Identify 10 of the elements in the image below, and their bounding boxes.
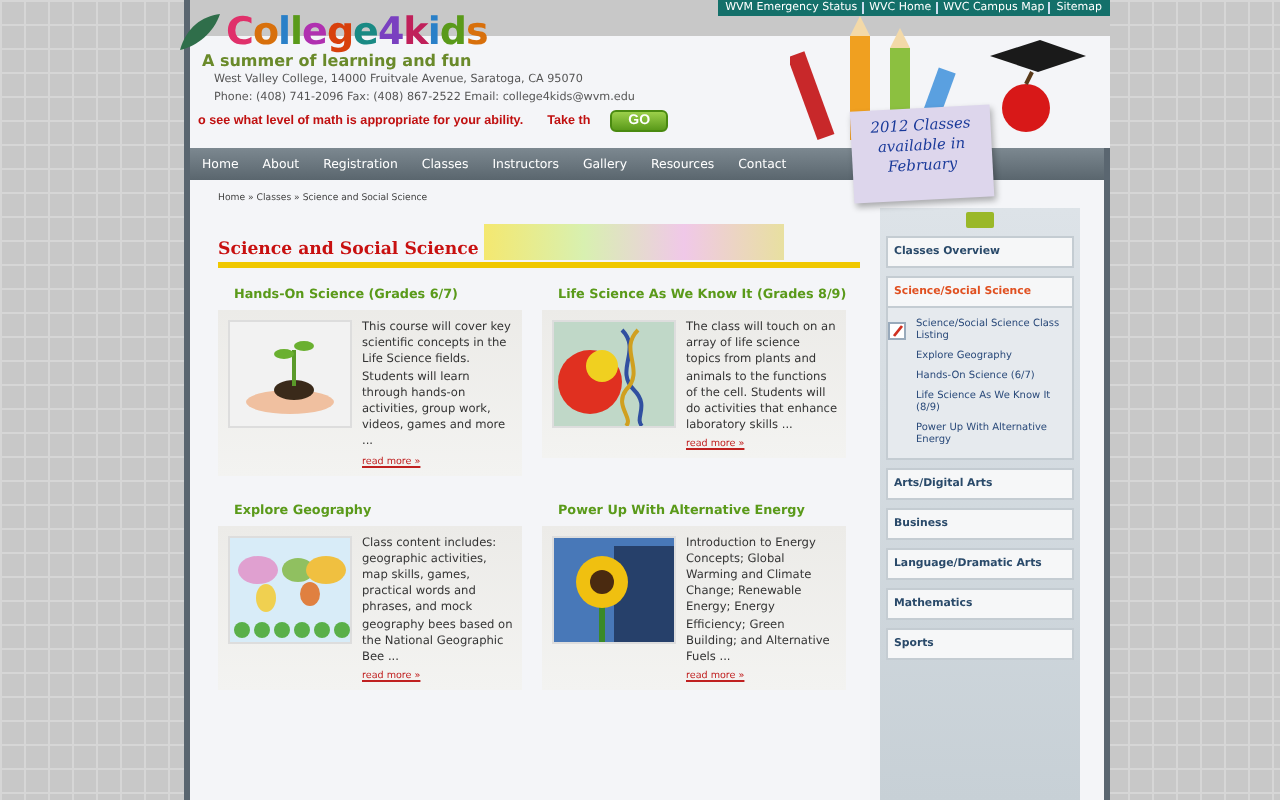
tab-icon bbox=[966, 212, 994, 228]
note-icon bbox=[888, 322, 906, 340]
tagline: A summer of learning and fun bbox=[202, 52, 474, 70]
dna-photo-placeholder bbox=[552, 320, 676, 428]
site-logo[interactable]: College4kids bbox=[226, 12, 488, 52]
page-heading: Science and Social Science bbox=[218, 240, 479, 260]
sunflower-photo-placeholder bbox=[552, 535, 676, 644]
world-map-placeholder bbox=[228, 535, 352, 644]
leaf-icon bbox=[178, 12, 222, 52]
plant-photo-placeholder bbox=[228, 320, 352, 428]
